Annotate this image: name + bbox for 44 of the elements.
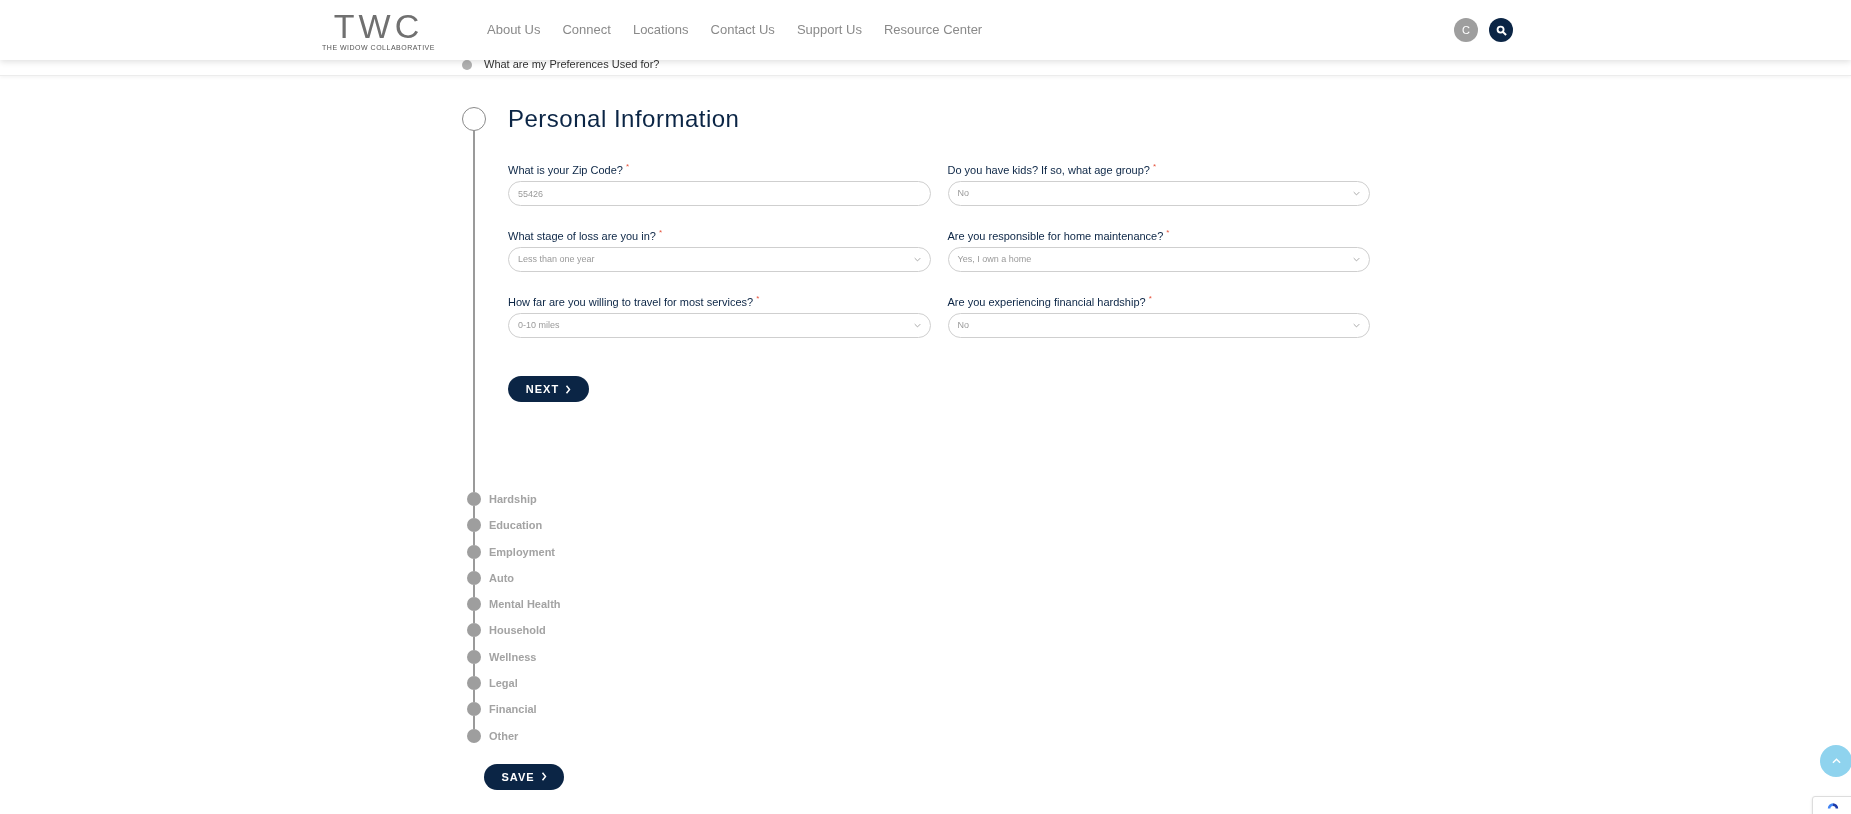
step-label[interactable]: Education bbox=[489, 512, 543, 539]
field-label: What is your Zip Code? bbox=[508, 163, 623, 177]
field-label: Are you responsible for home maintenance? bbox=[947, 229, 1164, 243]
required-mark: * bbox=[1152, 163, 1157, 171]
nav-link[interactable]: About Us bbox=[487, 20, 541, 40]
step-label[interactable]: Hardship bbox=[489, 486, 537, 513]
field-label: Are you experiencing financial hardship? bbox=[947, 295, 1146, 309]
chevron-right-icon bbox=[565, 384, 572, 394]
chevron-up-icon bbox=[1831, 758, 1841, 764]
nav-link[interactable]: Connect bbox=[562, 20, 611, 40]
chevron-down-icon bbox=[1353, 323, 1360, 328]
account-avatar[interactable]: C bbox=[1454, 18, 1478, 42]
faq-link[interactable]: What are my Preferences Used for? bbox=[484, 56, 660, 73]
chevron-down-icon bbox=[913, 323, 921, 328]
chevron-down-icon bbox=[913, 257, 921, 262]
field-label: Do you have kids? If so, what age group? bbox=[947, 163, 1150, 177]
step-label[interactable]: Other bbox=[489, 722, 519, 749]
step-label[interactable]: Auto bbox=[489, 564, 515, 592]
required-mark: * bbox=[756, 295, 760, 303]
nav-link[interactable]: Locations bbox=[632, 20, 689, 40]
required-mark: * bbox=[658, 229, 663, 237]
nav-link[interactable]: Support Us bbox=[796, 20, 862, 40]
chevron-down-icon bbox=[1353, 257, 1360, 262]
step-label[interactable]: Financial bbox=[489, 696, 537, 723]
section-title: Personal Information bbox=[508, 107, 741, 131]
search-icon bbox=[1495, 24, 1507, 36]
field-label: How far are you willing to travel for most services? bbox=[508, 295, 754, 309]
next-button[interactable]: NEXT bbox=[508, 376, 589, 402]
chevron-down-icon bbox=[1353, 191, 1360, 196]
zip-code-field[interactable]: 55426 bbox=[508, 181, 931, 206]
required-mark: * bbox=[1148, 295, 1152, 303]
chevron-right-icon bbox=[540, 772, 547, 782]
step-label[interactable]: Legal bbox=[489, 670, 518, 697]
step-label[interactable]: Household bbox=[489, 617, 546, 644]
required-mark: * bbox=[625, 163, 630, 171]
step-label[interactable]: Wellness bbox=[489, 643, 537, 671]
save-button[interactable]: SAVE bbox=[484, 763, 564, 790]
nav-link[interactable]: Resource Center bbox=[883, 20, 983, 40]
step-label[interactable]: Mental Health bbox=[489, 591, 561, 618]
nav-link[interactable]: Contact Us bbox=[710, 20, 775, 40]
search-button[interactable] bbox=[1489, 18, 1513, 42]
required-mark: * bbox=[1166, 229, 1170, 237]
step-label[interactable]: Employment bbox=[489, 538, 555, 565]
field-label: What stage of loss are you in? bbox=[508, 229, 656, 243]
